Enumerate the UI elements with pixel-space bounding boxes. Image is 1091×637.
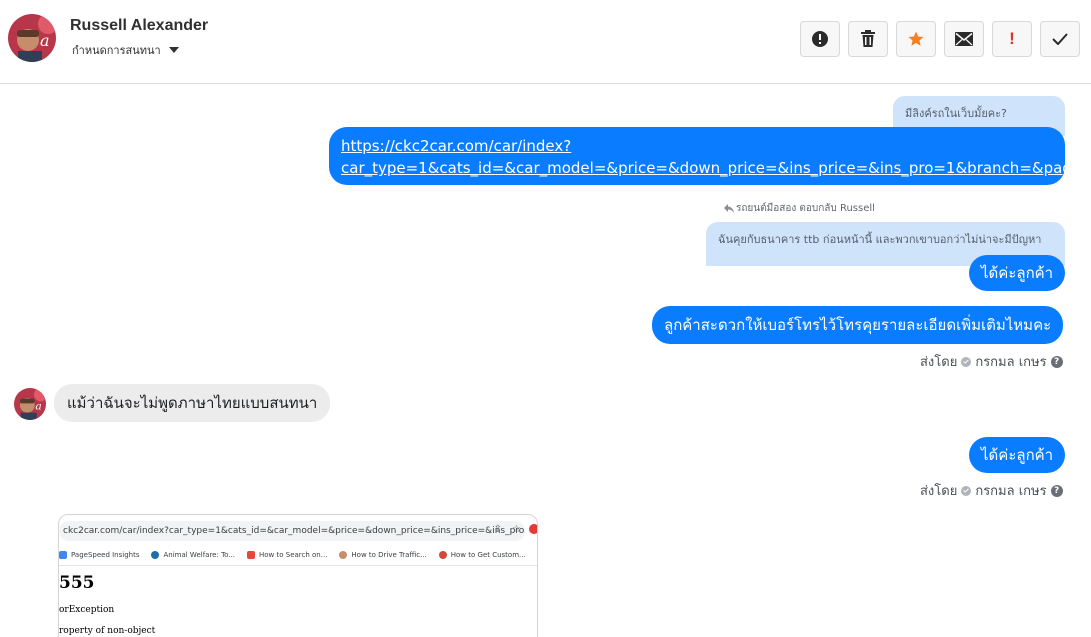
sent-by-label: ส่งโดย xyxy=(920,355,958,370)
outgoing-message: ได้ค่ะลูกค้า xyxy=(969,437,1066,473)
attachment-url-icons: ⇪ ☆ xyxy=(494,524,521,535)
bookmark-star-icon: ☆ xyxy=(512,524,521,535)
reply-note-text: รถยนต์มือสอง ตอบกลับ Russell xyxy=(736,203,875,214)
contact-name: Russell Alexander xyxy=(70,17,209,34)
message-text: ได้ค่ะลูกค้า xyxy=(981,264,1054,282)
trash-icon xyxy=(861,30,875,47)
conversation-schedule-label: กำหนดการสนทนา xyxy=(72,44,161,57)
attachment-text-line: roperty of non-object xyxy=(59,626,156,636)
quoted-message-text: ฉันคุยกับธนาคาร ttb ก่อนหน้านี้ และพวกเข… xyxy=(718,233,1042,246)
attachment-url-bar: ckc2car.com/car/index?car_type=1&cats_id… xyxy=(59,521,525,541)
conversation-toolbar: ! xyxy=(800,21,1080,57)
sent-by-info: ส่งโดย กรกมล เกษร ? xyxy=(920,480,1063,501)
outgoing-message-link: https://ckc2car.com/car/index? car_type=1… xyxy=(329,127,1091,185)
attachment-url-text: ckc2car.com/car/index?car_type=1&cats_id… xyxy=(63,526,525,536)
conversation-header: a Russell Alexander กำหนดการสนทนา ! xyxy=(0,0,1091,84)
sent-by-label: ส่งโดย xyxy=(920,484,958,499)
sent-by-info: ส่งโดย กรกมล เกษร ? xyxy=(920,351,1063,372)
link-line-1: https://ckc2car.com/car/index? xyxy=(341,137,572,155)
attachment-divider xyxy=(59,565,537,566)
bookmark-item: Animal Welfare: To... xyxy=(151,551,235,559)
star-button[interactable] xyxy=(896,21,936,57)
message-text: แม้ว่าฉันจะไม่พูดภาษาไทยแบบสนทนา xyxy=(67,394,318,412)
svg-text:a: a xyxy=(40,31,50,50)
sent-by-name[interactable]: กรกมล เกษร xyxy=(975,480,1046,501)
message-text: ได้ค่ะลูกค้า xyxy=(981,446,1054,464)
attachment-heading: 555 xyxy=(59,573,95,593)
help-icon[interactable]: ? xyxy=(1050,484,1063,497)
envelope-icon xyxy=(955,32,973,46)
attachment-bookmarks-bar: PageSpeed Insights Animal Welfare: To...… xyxy=(59,547,537,563)
outgoing-message: ได้ค่ะลูกค้า xyxy=(969,255,1066,291)
attachment-text-line: orException xyxy=(59,605,115,615)
share-icon: ⇪ xyxy=(493,524,503,535)
outgoing-message: ลูกค้าสะดวกให้เบอร์โทรไว้โทรคุยรายละเอีย… xyxy=(652,306,1064,344)
caret-down-icon xyxy=(168,47,179,53)
email-button[interactable] xyxy=(944,21,984,57)
incoming-message: แม้ว่าฉันจะไม่พูดภาษาไทยแบบสนทนา xyxy=(54,384,331,422)
car-listing-link[interactable]: https://ckc2car.com/car/index? car_type=1… xyxy=(341,137,1091,177)
contact-avatar[interactable]: a xyxy=(8,14,56,62)
quoted-message-text: มีลิงค์รถในเว็บมั้ยคะ? xyxy=(905,107,1007,120)
bookmark-item: How to Get Custom... xyxy=(438,551,526,559)
sent-by-name[interactable]: กรกมล เกษร xyxy=(975,351,1046,372)
link-line-2: car_type=1&cats_id=&car_model=&price=&do… xyxy=(341,159,1091,177)
message-text: ลูกค้าสะดวกให้เบอร์โทรไว้โทรคุยรายละเอีย… xyxy=(664,316,1052,334)
reply-arrow-icon xyxy=(724,204,734,213)
exclamation-icon: ! xyxy=(1009,29,1015,48)
resolve-button[interactable] xyxy=(1040,21,1080,57)
bookmark-item: PageSpeed Insights xyxy=(59,551,139,559)
contact-avatar-small[interactable]: a xyxy=(14,388,46,420)
extension-icon xyxy=(529,524,537,534)
bookmark-item: How to Drive Traffic... xyxy=(339,551,427,559)
conversation-schedule-dropdown[interactable]: กำหนดการสนทนา xyxy=(72,41,179,59)
info-button[interactable] xyxy=(800,21,840,57)
svg-text:a: a xyxy=(35,399,41,412)
verified-check-icon xyxy=(961,356,972,367)
image-attachment[interactable]: ckc2car.com/car/index?car_type=1&cats_id… xyxy=(58,514,538,637)
delete-button[interactable] xyxy=(848,21,888,57)
verified-check-icon xyxy=(961,485,972,496)
bookmark-item: How to Search on... xyxy=(247,551,327,559)
info-icon xyxy=(812,31,828,47)
check-icon xyxy=(1052,33,1068,45)
reply-note: รถยนต์มือสอง ตอบกลับ Russell xyxy=(724,201,875,216)
star-icon xyxy=(908,31,924,46)
mark-important-button[interactable]: ! xyxy=(992,21,1032,57)
help-icon[interactable]: ? xyxy=(1050,355,1063,368)
